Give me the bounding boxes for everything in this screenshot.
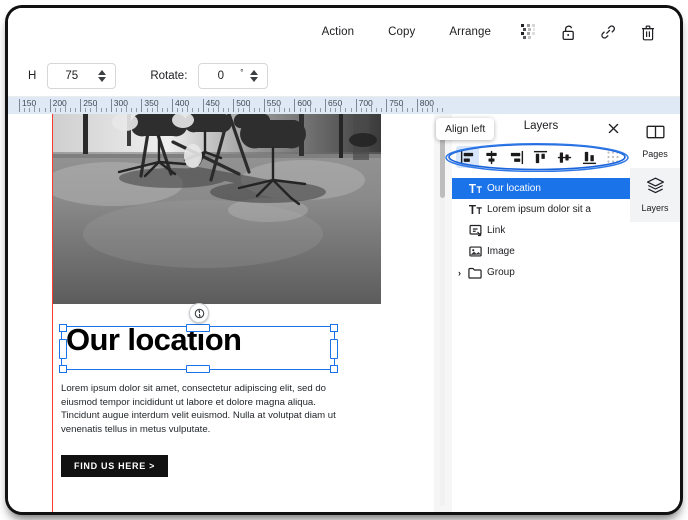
resize-handle-tr[interactable] [329, 323, 338, 332]
top-toolbar: Action Copy Arrange [8, 8, 680, 57]
layer-label: Image [487, 246, 515, 257]
page-content: Our location Lorem ipsum dolor sit amet,… [53, 114, 381, 512]
horizontal-ruler[interactable]: 150 200 250 300 350 400 450 500 550 600 650 700 750 8… [8, 97, 680, 115]
layer-label: Link [487, 225, 506, 236]
rotate-input[interactable]: 0 ° [198, 63, 269, 89]
tab-layers[interactable]: Layers [630, 168, 680, 222]
align-top-icon[interactable] [529, 146, 552, 168]
design-canvas[interactable]: Our location Lorem ipsum dolor sit amet,… [8, 114, 434, 512]
hero-image[interactable] [53, 114, 381, 304]
layers-panel: Layers Align left Our location Lorem ips… [436, 114, 631, 512]
right-tab-rail: Pages Layers [630, 114, 680, 512]
tab-pages-label: Pages [642, 148, 668, 159]
layer-label: Our location [487, 183, 541, 194]
canvas-scrollbar[interactable] [440, 120, 445, 506]
trash-icon[interactable] [628, 8, 668, 56]
height-stepper[interactable] [93, 70, 111, 82]
layers-list: Our location Lorem ipsum dolor sit a Link I… [452, 178, 630, 283]
resize-handle-left[interactable] [58, 339, 67, 359]
degree-symbol: ° [240, 67, 244, 77]
layer-item[interactable]: Link [452, 220, 630, 241]
distribute-grid-icon[interactable] [602, 146, 625, 168]
layer-label: Group [487, 267, 515, 278]
height-input[interactable]: 75 [47, 63, 117, 89]
arrange-button[interactable]: Arrange [432, 26, 508, 38]
align-middle-vertical-icon[interactable] [553, 146, 576, 168]
find-us-here-button[interactable]: FIND US HERE > [61, 455, 169, 477]
link-icon[interactable] [588, 8, 628, 56]
rotate-stepper[interactable] [245, 70, 263, 82]
align-right-icon[interactable] [505, 146, 528, 168]
align-center-horizontal-icon[interactable] [480, 146, 503, 168]
unlock-icon[interactable] [548, 8, 588, 56]
resize-handle-tl[interactable] [58, 323, 67, 332]
layers-icon [646, 177, 665, 199]
properties-toolbar: H 75 Rotate: 0 ° [8, 56, 680, 97]
book-icon [645, 124, 665, 145]
height-label: H [28, 70, 37, 82]
layer-label: Lorem ipsum dolor sit a [487, 204, 591, 215]
rotate-label: Rotate: [150, 70, 188, 82]
resize-handle-br[interactable] [329, 364, 338, 373]
folder-icon [468, 266, 482, 280]
body-paragraph[interactable]: Lorem ipsum dolor sit amet, consectetur … [61, 382, 344, 436]
layer-item[interactable]: Our location [452, 178, 630, 199]
left-guide-line [52, 114, 53, 512]
height-value: 75 [65, 70, 79, 82]
link-layer-icon [468, 224, 482, 238]
expand-caret-icon[interactable]: › [458, 268, 468, 278]
layer-item[interactable]: › Group [452, 262, 630, 283]
rotate-value: 0 [217, 70, 224, 82]
text-icon [468, 182, 482, 196]
tab-pages[interactable]: Pages [630, 114, 680, 168]
action-button[interactable]: Action [305, 26, 372, 38]
close-icon[interactable] [604, 119, 622, 137]
text-icon [468, 203, 482, 217]
resize-handle-bl[interactable] [58, 364, 67, 373]
heading-selection-box[interactable]: Our location [58, 322, 338, 373]
tab-layers-label: Layers [641, 203, 669, 213]
align-bottom-icon[interactable] [577, 146, 600, 168]
resize-handle-bottom[interactable] [186, 364, 210, 373]
rotate-handle[interactable] [189, 303, 209, 323]
resize-handle-right[interactable] [329, 339, 338, 359]
app-window: Action Copy Arrange H 75 Rotate: 0 ° 150… [8, 8, 680, 512]
resize-handle-top[interactable] [186, 323, 210, 332]
alignment-toolbar [456, 145, 626, 169]
image-layer-icon [468, 245, 482, 259]
cta-label: FIND US HERE > [74, 461, 156, 471]
canvas-scrollbar-thumb[interactable] [440, 136, 445, 198]
transparency-icon[interactable] [508, 8, 548, 56]
layer-item[interactable]: Image [452, 241, 630, 262]
layer-item[interactable]: Lorem ipsum dolor sit a [452, 199, 630, 220]
copy-button[interactable]: Copy [371, 26, 432, 38]
align-left-icon[interactable] [456, 146, 480, 168]
align-left-tooltip: Align left [436, 118, 495, 140]
